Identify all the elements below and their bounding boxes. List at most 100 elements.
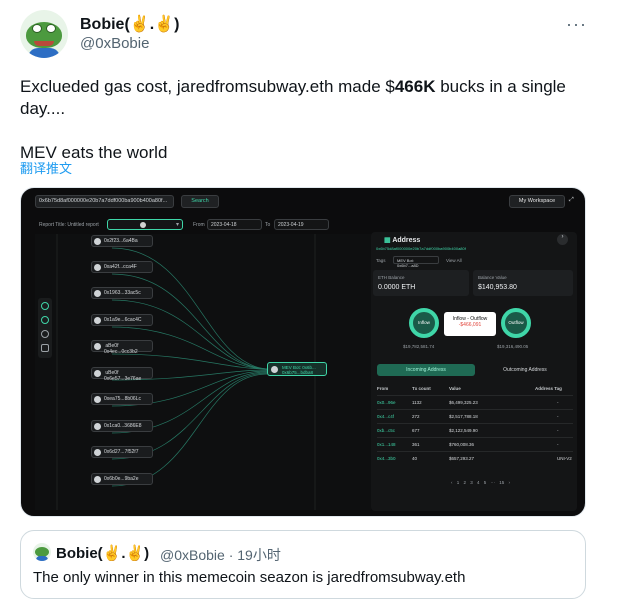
panel-nav-icon[interactable]: › bbox=[557, 234, 568, 245]
wallet-icon bbox=[94, 370, 101, 377]
outflow-amount: $19,316,490.05 bbox=[497, 344, 529, 349]
source-node[interactable]: 0x1963...33ac5c bbox=[91, 287, 153, 299]
cell-value: $760,008.36 bbox=[449, 442, 475, 447]
outflow-ring: Outflow bbox=[501, 308, 531, 338]
col-from: From bbox=[377, 386, 389, 391]
cell-from[interactable]: 0x1...148 bbox=[377, 442, 396, 447]
author-name[interactable]: Bobie(✌️.✌️) bbox=[80, 14, 179, 34]
address-title: ▦ Address bbox=[384, 236, 420, 244]
cell-from[interactable]: 0x0...96e bbox=[377, 400, 396, 405]
quoted-text: The only winner in this memecoin seazon … bbox=[33, 569, 466, 586]
target-icon[interactable] bbox=[41, 316, 49, 324]
hide-icon[interactable] bbox=[41, 330, 49, 338]
from-label: From bbox=[193, 222, 205, 228]
tags-label: Tags bbox=[376, 258, 386, 263]
cell-count: 361 bbox=[412, 442, 420, 447]
from-date-input[interactable]: 2023-04-18 bbox=[207, 219, 262, 230]
quoted-author-name[interactable]: Bobie(✌️.✌️) bbox=[56, 544, 149, 562]
translate-link[interactable]: 翻译推文 bbox=[20, 158, 72, 177]
tab-outcoming-address[interactable]: Outcoming Address bbox=[477, 364, 573, 376]
outflow-label: Outflow bbox=[508, 320, 524, 325]
balance-value-card: Balance Value $140,953.80 bbox=[473, 270, 573, 296]
table-row[interactable]: 0x0...96e 1132 $6,499,325.23 - bbox=[377, 395, 573, 408]
workspace-button[interactable]: My Workspace bbox=[509, 195, 565, 208]
tweet-text-pre: Exclueded gas cost, jaredfromsubway.eth … bbox=[20, 77, 395, 96]
source-node[interactable]: 0xa42f...cca4F bbox=[91, 261, 153, 273]
cell-from[interactable]: 0xb...c5c bbox=[377, 428, 395, 433]
source-node[interactable]: 0x1ca0...3686E8 bbox=[91, 420, 153, 432]
col-value: Value bbox=[449, 386, 461, 391]
source-node-label: 0x2f23...6a4Ba bbox=[104, 238, 138, 244]
table-row[interactable]: 0x1...148 361 $760,008.36 - bbox=[377, 437, 573, 450]
quoted-tweet[interactable] bbox=[20, 530, 586, 599]
source-node-label: uBe0f 0x6e57...3e76ae bbox=[104, 370, 142, 382]
cell-from[interactable]: 0x4...c4f bbox=[377, 414, 394, 419]
bot-icon bbox=[271, 366, 278, 373]
pagination[interactable]: ‹ 1 2 3 4 5 ··· 15 › bbox=[451, 480, 510, 485]
source-node-label: 0xea75...8b06Lc bbox=[104, 396, 141, 402]
tweet-text: Exclueded gas cost, jaredfromsubway.eth … bbox=[20, 76, 605, 164]
to-date-input[interactable]: 2023-04-19 bbox=[274, 219, 329, 230]
wallet-icon bbox=[94, 449, 101, 456]
source-node[interactable]: 0xea75...8b06Lc bbox=[91, 393, 153, 405]
tag-badge: MEV Bot: 0x6b7...a8D bbox=[393, 256, 439, 268]
source-node[interactable]: 0x6d27...7f52f7 bbox=[91, 446, 153, 458]
graph-toolbar bbox=[38, 298, 52, 358]
cell-count: 40 bbox=[412, 456, 418, 461]
source-node[interactable]: 0x1a9e...6cac4C bbox=[91, 314, 153, 326]
view-all-link[interactable]: View All bbox=[446, 258, 462, 263]
cell-from[interactable]: 0x4...3b0 bbox=[377, 456, 396, 461]
expand-icon[interactable]: ⤢ bbox=[569, 197, 574, 204]
source-node[interactable]: uBe0f 0x6e57...3e76ae bbox=[91, 367, 153, 382]
eth-balance-card: ETH Balance 0.0000 ETH bbox=[373, 270, 469, 296]
address-value[interactable]: 0x6b75d8af000000e20b7a7ddf000ba900b400a8… bbox=[376, 246, 466, 251]
more-options-icon[interactable]: ··· bbox=[566, 14, 587, 35]
source-node-label: 0x6d27...7f52f7 bbox=[104, 449, 139, 455]
cell-tag: - bbox=[557, 400, 559, 405]
chevron-down-icon: ▾ bbox=[175, 222, 179, 228]
wallet-icon bbox=[94, 423, 101, 430]
source-node-label: 0x1a9e...6cac4C bbox=[104, 317, 142, 323]
cell-value: $2,122,549.90 bbox=[449, 428, 478, 433]
cell-tag: - bbox=[557, 414, 559, 419]
balance-value-label: Balance Value bbox=[478, 275, 507, 280]
mev-bot-node[interactable]: MEV Bot: 0x6b... 0x6b75...bdba8 bbox=[267, 362, 327, 376]
image-icon[interactable] bbox=[41, 344, 49, 352]
search-button[interactable]: Search bbox=[181, 195, 219, 208]
cell-tag: UNI-V2 bbox=[557, 456, 572, 461]
source-node[interactable]: aBe0f 0x4ec...0cc3b2 bbox=[91, 340, 153, 355]
source-node[interactable]: 0x6b0e...9ba2e bbox=[91, 473, 153, 485]
flow-value: -$466,091 bbox=[458, 322, 482, 328]
mev-bot-label: MEV Bot: 0x6b... 0x6b75...bdba8 bbox=[282, 365, 316, 375]
cell-value: $6,499,325.23 bbox=[449, 400, 478, 405]
source-node-label: 0x6b0e...9ba2e bbox=[104, 476, 139, 482]
source-node-label: 0x1963...33ac5c bbox=[104, 290, 141, 296]
source-node[interactable]: 0x2f23...6a4Ba bbox=[91, 235, 153, 247]
inflow-ring: Inflow bbox=[409, 308, 439, 338]
avatar[interactable] bbox=[20, 10, 68, 58]
zoom-icon[interactable] bbox=[41, 302, 49, 310]
wallet-icon bbox=[94, 343, 101, 350]
tab-incoming-address[interactable]: Incoming Address bbox=[377, 364, 475, 376]
address-title-text: Address bbox=[392, 237, 421, 244]
table-row[interactable]: 0x4...3b0 40 $657,293.27 UNI-V2 bbox=[377, 451, 573, 464]
author-handle[interactable]: @0xBobie bbox=[80, 35, 149, 52]
tweet-text-amount: 466K bbox=[394, 77, 436, 96]
wallet-icon bbox=[94, 264, 101, 271]
table-row[interactable]: 0x4...c4f 272 $2,517,788.18 - bbox=[377, 409, 573, 422]
quoted-avatar[interactable] bbox=[33, 543, 51, 561]
inflow-label: Inflow bbox=[418, 320, 430, 325]
cell-count: 1132 bbox=[412, 400, 422, 405]
report-title: Report Title: Untitled report bbox=[39, 222, 99, 228]
tweet-media[interactable]: 0x6b75d8af000000e20b7a7ddf000ba900b400a8… bbox=[20, 187, 586, 517]
quoted-meta: @0xBobie · 19小时 bbox=[160, 547, 281, 563]
address-search-input[interactable]: 0x6b75d8af000000e20b7a7ddf000ba900b400a8… bbox=[35, 195, 174, 208]
source-node-label: aBe0f 0x4ec...0cc3b2 bbox=[104, 343, 138, 355]
token-dropdown[interactable]: ▾ bbox=[107, 219, 183, 230]
cell-tag: - bbox=[557, 442, 559, 447]
table-row[interactable]: 0xb...c5c 677 $2,122,549.90 - bbox=[377, 423, 573, 436]
flow-summary: Inflow - Outflow -$466,091 bbox=[444, 312, 496, 336]
wallet-icon bbox=[94, 396, 101, 403]
wallet-icon bbox=[94, 317, 101, 324]
wallet-icon bbox=[94, 476, 101, 483]
